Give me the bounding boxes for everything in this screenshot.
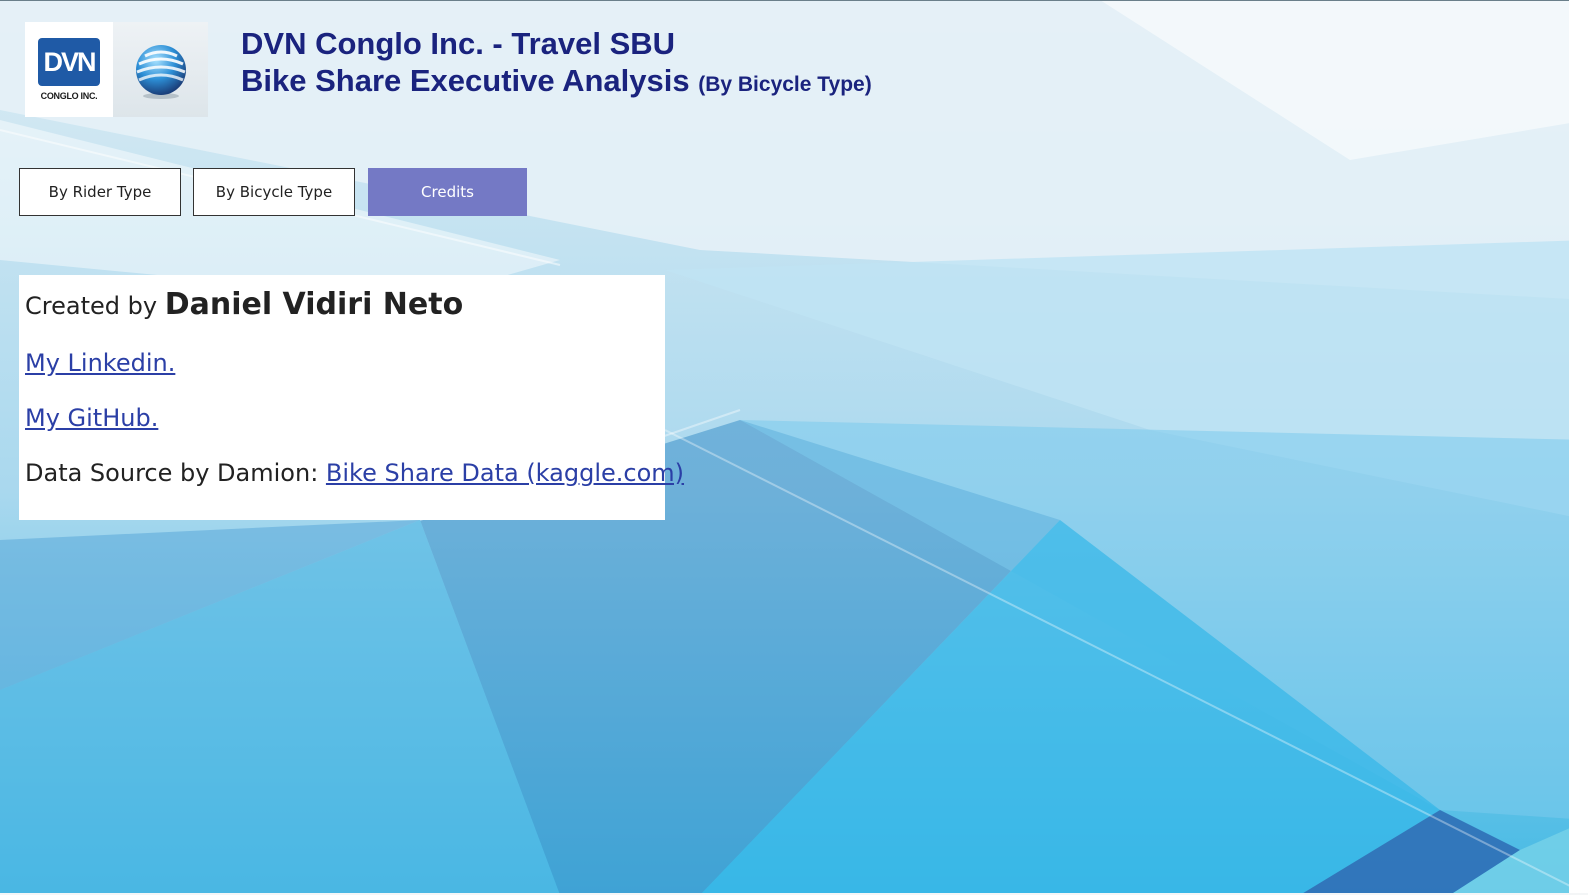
report-title: DVN Conglo Inc. - Travel SBU xyxy=(241,26,676,61)
dvn-logo: DVN CONGLO INC. xyxy=(25,22,113,117)
data-source-label: Data Source by Damion: xyxy=(25,459,319,487)
by-rider-type-button[interactable]: By Rider Type xyxy=(19,168,181,216)
logo-group: DVN CONGLO INC. xyxy=(25,22,208,117)
data-source-row: Data Source by Damion: Bike Share Data (… xyxy=(25,459,684,487)
data-source-link[interactable]: Bike Share Data (kaggle.com) xyxy=(326,459,684,487)
created-by-label: Created by xyxy=(25,292,158,320)
github-link[interactable]: My GitHub. xyxy=(25,404,158,432)
author-name: Daniel Vidiri Neto xyxy=(164,287,464,322)
globe-icon xyxy=(113,22,208,117)
github-row: My GitHub. xyxy=(25,404,158,432)
linkedin-link[interactable]: My Linkedin. xyxy=(25,349,175,377)
report-canvas: DVN CONGLO INC. DVN Conglo Inc. - Travel… xyxy=(0,0,1588,895)
credits-card: Created by Daniel Vidiri Neto My Linkedi… xyxy=(19,275,684,520)
dvn-logo-mark: DVN xyxy=(38,38,100,86)
linkedin-row: My Linkedin. xyxy=(25,349,175,377)
right-margin xyxy=(1569,0,1588,895)
created-by-row: Created by Daniel Vidiri Neto xyxy=(25,287,463,322)
top-border xyxy=(0,0,1588,1)
by-bicycle-type-button[interactable]: By Bicycle Type xyxy=(193,168,355,216)
credits-button[interactable]: Credits xyxy=(368,168,527,216)
report-view-label: (By Bicycle Type) xyxy=(698,73,872,96)
report-subtitle: Bike Share Executive Analysis xyxy=(241,63,690,98)
report-subtitle-row: Bike Share Executive Analysis (By Bicycl… xyxy=(241,63,872,99)
dvn-logo-subtext: CONGLO INC. xyxy=(40,91,98,101)
